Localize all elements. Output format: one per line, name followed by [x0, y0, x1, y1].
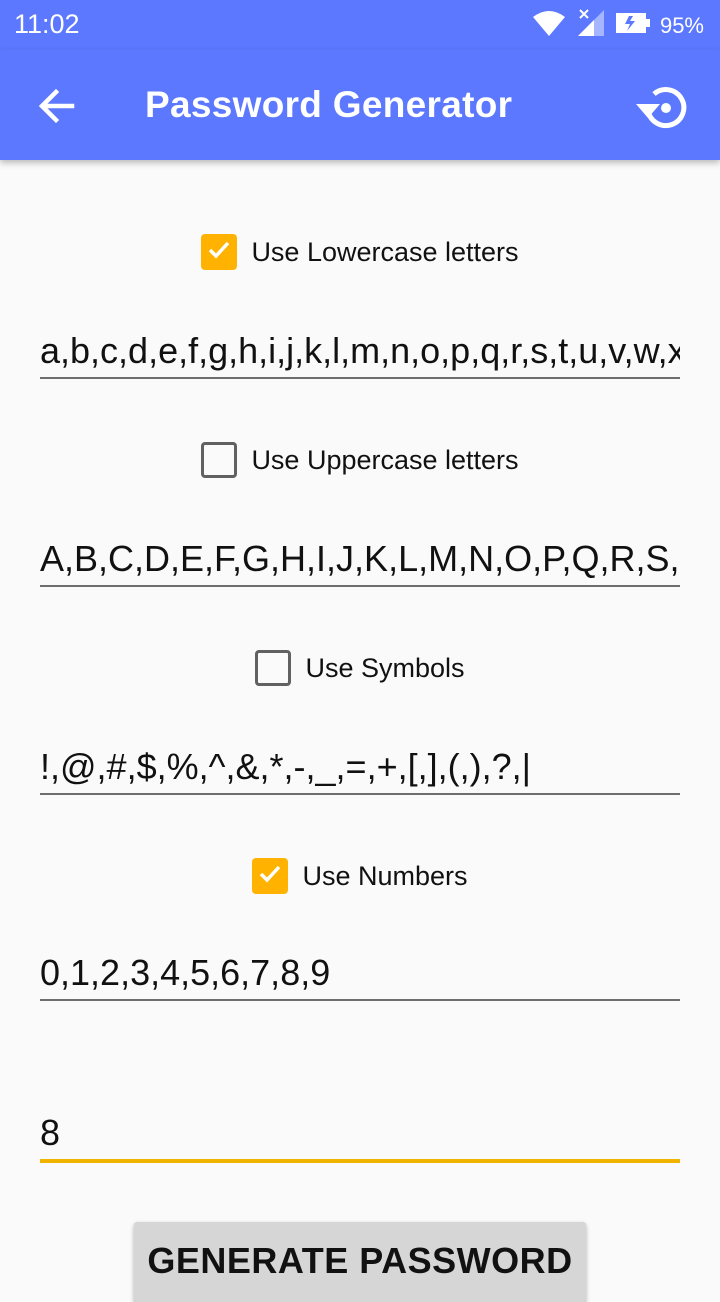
uppercase-checkbox[interactable] — [201, 442, 238, 478]
wifi-icon — [532, 9, 566, 42]
numbers-option[interactable]: Use Numbers — [0, 857, 720, 895]
symbols-label: Use Symbols — [305, 652, 465, 683]
password-length-input[interactable]: 8 — [40, 1107, 680, 1163]
cell-signal-icon — [576, 8, 606, 43]
arrow-left-icon — [30, 88, 82, 136]
numbers-label: Use Numbers — [302, 860, 468, 891]
uppercase-chars-input[interactable]: A,B,C,D,E,F,G,H,I,J,K,L,M,N,O,P,Q,R,S,T, — [40, 533, 680, 587]
lowercase-option[interactable]: Use Lowercase letters — [0, 233, 720, 271]
uppercase-label: Use Uppercase letters — [251, 444, 519, 475]
symbols-checkbox[interactable] — [255, 650, 292, 686]
checkmark-icon — [205, 236, 233, 269]
lowercase-checkbox[interactable] — [201, 234, 238, 270]
generate-password-label: GENERATE PASSWORD — [147, 1240, 573, 1281]
battery-icon — [615, 11, 650, 40]
status-icons: 95% — [532, 8, 704, 43]
numbers-chars-input[interactable]: 0,1,2,3,4,5,6,7,8,9 — [40, 947, 680, 1001]
restore-icon — [632, 87, 692, 142]
reset-button[interactable] — [632, 78, 692, 138]
uppercase-option[interactable]: Use Uppercase letters — [0, 441, 720, 479]
checkmark-icon — [256, 860, 284, 893]
lowercase-label: Use Lowercase letters — [251, 236, 519, 267]
numbers-checkbox[interactable] — [252, 858, 289, 894]
app-bar: Password Generator — [0, 50, 720, 160]
battery-percent: 95% — [659, 12, 704, 38]
lowercase-chars-input[interactable]: a,b,c,d,e,f,g,h,i,j,k,l,m,n,o,p,q,r,s,t,… — [40, 325, 680, 379]
page-title: Password Generator — [145, 84, 513, 125]
back-button[interactable] — [30, 80, 82, 132]
status-bar: 11:02 95% — [0, 0, 720, 50]
symbols-option[interactable]: Use Symbols — [0, 649, 720, 687]
status-time: 11:02 — [14, 9, 80, 39]
generate-password-button[interactable]: GENERATE PASSWORD — [134, 1222, 586, 1302]
symbols-chars-input[interactable]: !,@,#,$,%,^,&,*,-,_,=,+,[,],(,),?,| — [40, 741, 680, 795]
